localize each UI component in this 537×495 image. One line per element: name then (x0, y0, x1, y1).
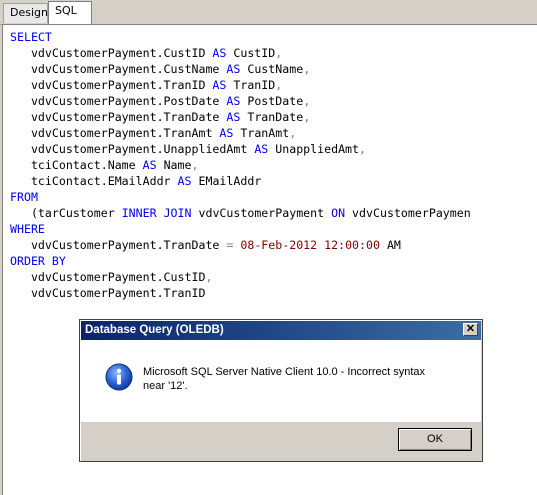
sql-line: vdvCustomerPayment.CustID, (10, 269, 471, 285)
sql-token: AS (219, 126, 234, 140)
sql-line: FROM (10, 189, 471, 205)
sql-token: , (191, 158, 199, 172)
sql-token: TranAmt (233, 126, 290, 140)
sql-line: vdvCustomerPayment.TranID AS TranID, (10, 77, 471, 93)
sql-token: ORDER BY (10, 254, 66, 268)
sql-line: vdvCustomerPayment.PostDate AS PostDate, (10, 93, 471, 109)
sql-token: TranID (226, 78, 276, 92)
sql-token: vdvCustomerPayment.TranDate (10, 110, 227, 124)
sql-token: , (289, 126, 297, 140)
sql-token: AS (212, 46, 227, 60)
sql-token: , (303, 94, 311, 108)
sql-token: ON (331, 206, 346, 220)
sql-token: CustName (240, 62, 304, 76)
sql-line: vdvCustomerPayment.TranDate = 08-Feb-201… (10, 237, 471, 253)
sql-token: tciContact.Name (10, 158, 143, 172)
sql-token: vdvCustomerPayment.UnappliedAmt (10, 142, 255, 156)
sql-token: vdvCustomerPayment.CustName (10, 62, 227, 76)
sql-token: , (303, 62, 311, 76)
tab-design[interactable]: Design (3, 3, 48, 23)
tab-bar: Design SQL (0, 0, 537, 25)
sql-token: vdvCustomerPayment (191, 206, 332, 220)
sql-token: AS (177, 174, 192, 188)
sql-token: AS (226, 94, 241, 108)
ok-button[interactable]: OK (398, 428, 472, 451)
sql-line: vdvCustomerPayment.TranDate AS TranDate, (10, 109, 471, 125)
sql-token: CustID (226, 46, 276, 60)
sql-token: vdvCustomerPaymen (345, 206, 471, 220)
sql-token: AS (226, 62, 241, 76)
sql-token: vdvCustomerPayment.CustID (10, 270, 206, 284)
sql-token: 12:00:00 (324, 238, 380, 252)
sql-line: SELECT (10, 29, 471, 45)
sql-token: FROM (10, 190, 38, 204)
sql-line: WHERE (10, 221, 471, 237)
sql-line: vdvCustomerPayment.CustName AS CustName, (10, 61, 471, 77)
sql-line: tciContact.EMailAddr AS EMailAddr (10, 173, 471, 189)
sql-token: AS (254, 142, 269, 156)
sql-line: tciContact.Name AS Name, (10, 157, 471, 173)
sql-token: AS (226, 110, 241, 124)
sql-token: TranDate (240, 110, 304, 124)
sql-token: , (275, 46, 283, 60)
sql-line: vdvCustomerPayment.TranAmt AS TranAmt, (10, 125, 471, 141)
sql-token: PostDate (240, 94, 304, 108)
sql-token: vdvCustomerPayment.TranDate (10, 238, 227, 252)
sql-code[interactable]: SELECT vdvCustomerPayment.CustID AS Cust… (10, 29, 471, 301)
sql-token: vdvCustomerPayment.CustID (10, 46, 213, 60)
sql-line: (tarCustomer INNER JOIN vdvCustomerPayme… (10, 205, 471, 221)
sql-token: WHERE (10, 222, 45, 236)
close-button[interactable]: ✕ (463, 323, 478, 336)
info-icon (105, 363, 133, 391)
sql-token: vdvCustomerPayment.TranID (10, 78, 213, 92)
sql-token: 08-Feb-2012 (240, 238, 318, 252)
sql-token: vdvCustomerPayment.TranAmt (10, 126, 220, 140)
sql-token: vdvCustomerPayment.PostDate (10, 94, 227, 108)
dialog-message: Microsoft SQL Server Native Client 10.0 … (143, 366, 426, 392)
sql-token: EMailAddr (191, 174, 262, 188)
sql-line: vdvCustomerPayment.TranID (10, 285, 471, 301)
dialog-body: Microsoft SQL Server Native Client 10.0 … (81, 340, 481, 422)
sql-token: , (303, 110, 311, 124)
sql-token: AM (379, 238, 401, 252)
sql-token: , (359, 142, 367, 156)
sql-token: AS (142, 158, 157, 172)
sql-token: UnappliedAmt (268, 142, 360, 156)
tab-sql[interactable]: SQL (48, 1, 92, 25)
sql-token: , (205, 270, 213, 284)
sql-token: SELECT (10, 30, 52, 44)
sql-token: tciContact.EMailAddr (10, 174, 178, 188)
sql-token: , (275, 78, 283, 92)
dialog-title: Database Query (OLEDB) (81, 321, 481, 340)
sql-token: INNER JOIN (121, 206, 192, 220)
close-icon: ✕ (465, 323, 476, 335)
sql-line: vdvCustomerPayment.UnappliedAmt AS Unapp… (10, 141, 471, 157)
sql-token: (tarCustomer (10, 206, 122, 220)
sql-token: vdvCustomerPayment.TranID (10, 286, 206, 300)
sql-line: ORDER BY (10, 253, 471, 269)
sql-token: AS (212, 78, 227, 92)
error-dialog: Database Query (OLEDB) ✕ Microsoft SQL S… (79, 319, 483, 462)
sql-token: Name (156, 158, 192, 172)
sql-line: vdvCustomerPayment.CustID AS CustID, (10, 45, 471, 61)
